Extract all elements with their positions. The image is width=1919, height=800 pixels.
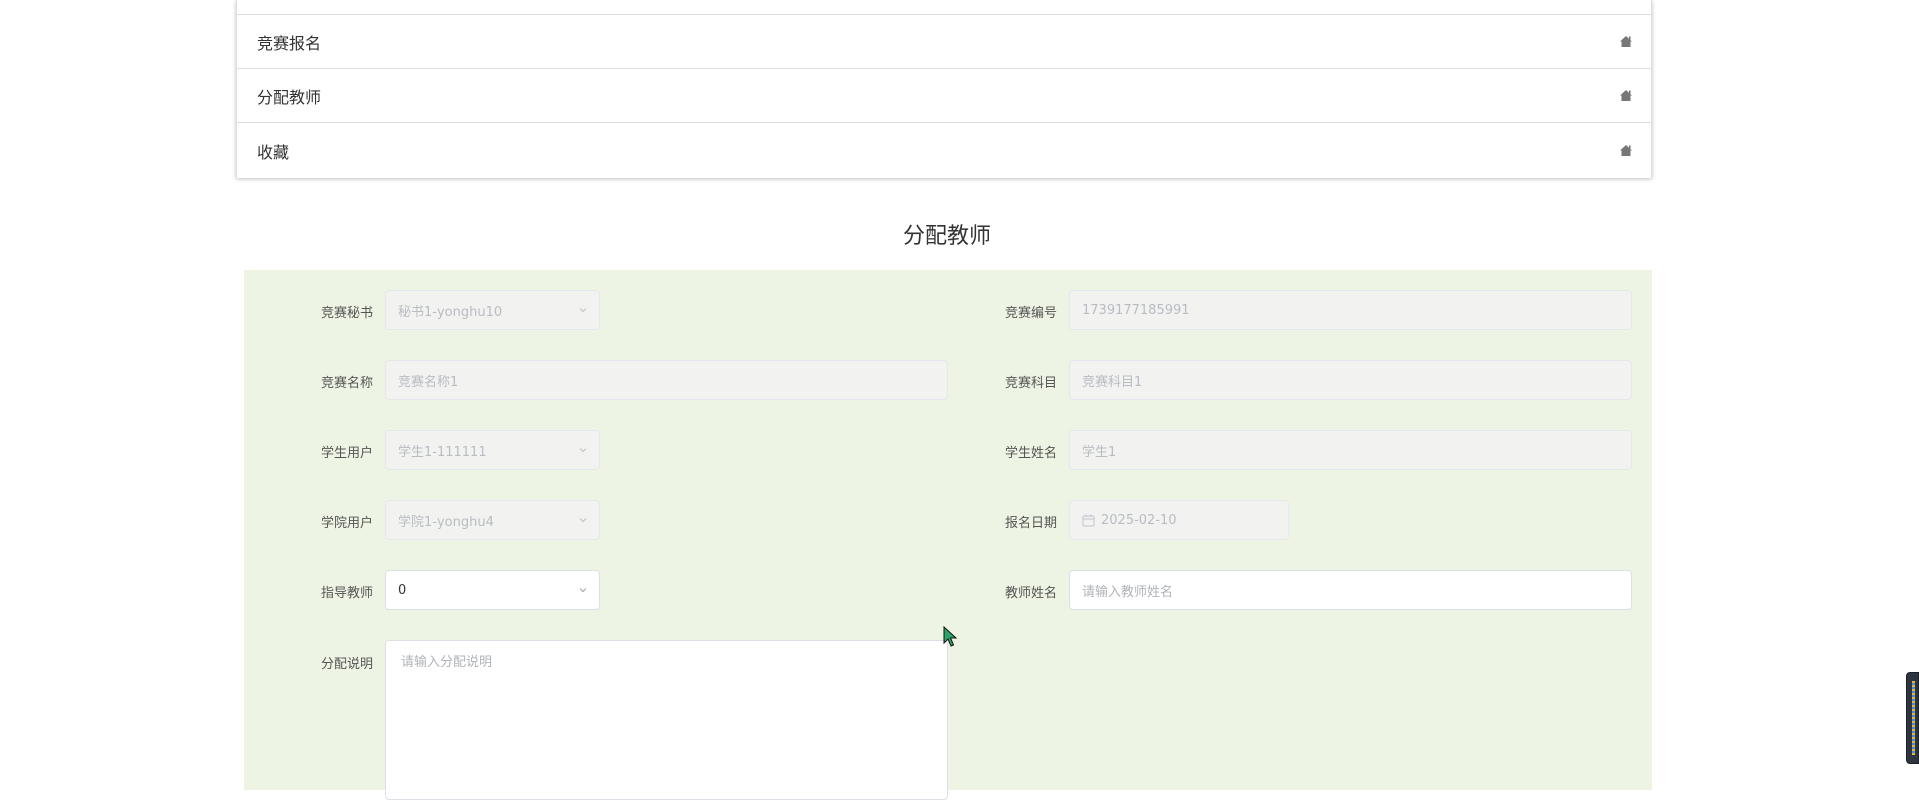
home-icon (1620, 36, 1632, 47)
student-user-label: 学生用户 (320, 446, 373, 461)
calendar-icon (1082, 514, 1095, 526)
secretary-label: 竞赛秘书 (320, 306, 373, 321)
secretary-value: 秘书1-yonghu10 (398, 304, 503, 320)
secretary-select[interactable]: 秘书1-yonghu10 (385, 290, 600, 330)
signup-date-picker[interactable]: 2025-02-10 (1069, 500, 1289, 540)
side-floating-widget[interactable] (1906, 672, 1919, 764)
competition-name-field[interactable]: 竞赛名称1 (385, 360, 948, 400)
college-user-label: 学院用户 (320, 516, 373, 531)
menu-item-favorites[interactable]: 收藏 (237, 123, 1651, 178)
chevron-down-icon (579, 448, 587, 453)
competition-no-field[interactable]: 1739177185991 (1069, 290, 1632, 330)
home-icon (1620, 145, 1632, 156)
home-icon (1620, 90, 1632, 101)
mouse-cursor-icon (943, 626, 957, 647)
page-title: 分配教师 (902, 224, 991, 249)
teacher-name-placeholder: 请输入教师姓名 (1082, 584, 1174, 600)
chevron-down-icon (579, 518, 587, 523)
chevron-down-icon (579, 308, 587, 313)
competition-name-label: 竞赛名称 (320, 376, 373, 391)
signup-date-label: 报名日期 (1004, 516, 1057, 531)
assign-note-textarea[interactable]: 请输入分配说明 (385, 640, 948, 800)
student-user-value: 学生1-111111 (398, 444, 487, 460)
advisor-value: 0 (398, 582, 407, 598)
advisor-label: 指导教师 (320, 586, 373, 601)
assign-teacher-form: 竞赛秘书 秘书1-yonghu10 竞赛编号 1739177185991 竞赛名… (244, 270, 1652, 800)
college-user-select[interactable]: 学院1-yonghu4 (385, 500, 600, 540)
assign-note-placeholder: 请输入分配说明 (401, 655, 493, 670)
competition-name-value: 竞赛名称1 (398, 374, 459, 390)
teacher-name-input[interactable]: 请输入教师姓名 (1069, 570, 1632, 610)
competition-subject-value: 竞赛科目1 (1082, 374, 1143, 390)
menu-top-stub (237, 0, 1651, 15)
menu-item-label: 竞赛报名 (257, 33, 322, 53)
menu-item-assign-teacher[interactable]: 分配教师 (237, 69, 1651, 123)
menu-item-label: 分配教师 (257, 87, 322, 107)
assign-note-label: 分配说明 (320, 657, 373, 672)
competition-no-value: 1739177185991 (1082, 302, 1190, 318)
side-widget-bar (1912, 681, 1915, 755)
signup-date-value: 2025-02-10 (1101, 512, 1177, 528)
chevron-down-icon (579, 588, 587, 593)
competition-subject-label: 竞赛科目 (1004, 376, 1057, 391)
college-user-value: 学院1-yonghu4 (398, 514, 494, 530)
student-name-value: 学生1 (1082, 444, 1117, 460)
teacher-name-label: 教师姓名 (1004, 586, 1057, 601)
advisor-select[interactable]: 0 (385, 570, 600, 610)
student-user-select[interactable]: 学生1-111111 (385, 430, 600, 470)
competition-no-label: 竞赛编号 (1004, 306, 1057, 321)
menu-item-competition-signup[interactable]: 竞赛报名 (237, 15, 1651, 69)
competition-subject-field[interactable]: 竞赛科目1 (1069, 360, 1632, 400)
student-name-label: 学生姓名 (1004, 446, 1057, 461)
student-name-field[interactable]: 学生1 (1069, 430, 1632, 470)
menu-list: 竞赛报名 分配教师 收藏 (236, 0, 1652, 178)
menu-item-label: 收藏 (257, 142, 290, 162)
